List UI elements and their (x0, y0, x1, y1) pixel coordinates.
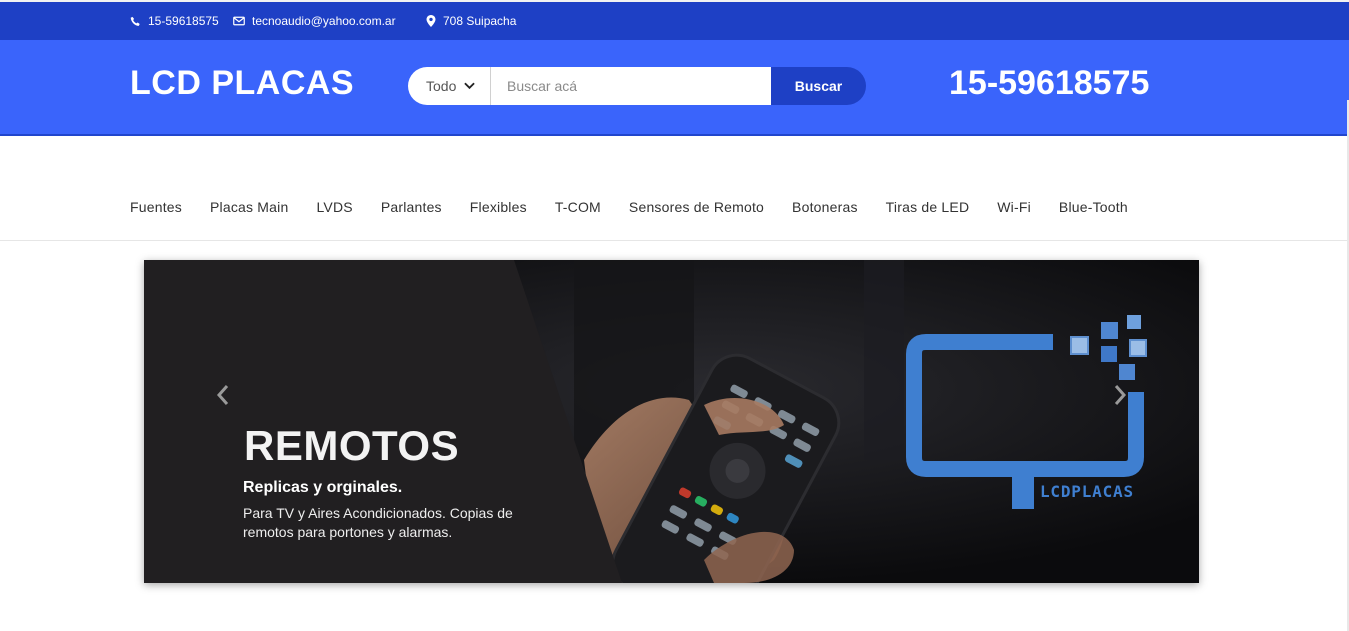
nav-item-wi-fi[interactable]: Wi-Fi (997, 199, 1031, 215)
location-icon (426, 15, 436, 27)
topbar-phone[interactable]: 15-59618575 (130, 14, 219, 28)
topbar-email-text: tecnoaudio@yahoo.com.ar (252, 14, 396, 28)
chevron-down-icon (464, 82, 476, 90)
category-select-value: Todo (426, 78, 457, 94)
slide-description: Para TV y Aires Acondicionados. Copias d… (243, 505, 513, 540)
mail-icon (233, 16, 245, 26)
main-nav: Fuentes Placas Main LVDS Parlantes Flexi… (0, 136, 1349, 241)
site-logo[interactable]: LCD PLACAS (130, 64, 354, 103)
search-button[interactable]: Buscar (771, 67, 866, 105)
search-input[interactable] (491, 67, 771, 105)
brand-text: LCDPLACAS (1040, 482, 1134, 501)
chevron-left-icon (216, 385, 229, 405)
topbar-phone-text: 15-59618575 (148, 14, 219, 28)
top-contact-bar: 15-59618575 tecnoaudio@yahoo.com.ar 708 … (0, 0, 1349, 40)
nav-item-tiras-de-led[interactable]: Tiras de LED (886, 199, 970, 215)
phone-icon (130, 16, 140, 26)
nav-item-lvds[interactable]: LVDS (316, 199, 352, 215)
slide-subtitle: Replicas y orginales. (243, 479, 403, 496)
header-phone[interactable]: 15-59618575 (949, 64, 1149, 103)
slide-title: REMOTOS (244, 422, 460, 469)
hero-slider: REMOTOS Replicas y orginales. Para TV y … (144, 260, 1199, 583)
nav-item-blue-tooth[interactable]: Blue-Tooth (1059, 199, 1128, 215)
topbar-address[interactable]: 708 Suipacha (426, 14, 516, 28)
nav-item-botoneras[interactable]: Botoneras (792, 199, 858, 215)
nav-item-flexibles[interactable]: Flexibles (470, 199, 527, 215)
nav-list: Fuentes Placas Main LVDS Parlantes Flexi… (130, 199, 1128, 215)
nav-item-parlantes[interactable]: Parlantes (381, 199, 442, 215)
slider-prev-button[interactable] (210, 382, 236, 408)
site-header: LCD PLACAS Todo Buscar 15-59618575 (0, 40, 1349, 136)
topbar-address-text: 708 Suipacha (443, 14, 517, 28)
search-bar: Todo Buscar (408, 67, 866, 105)
category-select[interactable]: Todo (408, 67, 491, 105)
nav-item-t-com[interactable]: T-COM (555, 199, 601, 215)
nav-item-placas-main[interactable]: Placas Main (210, 199, 288, 215)
nav-item-fuentes[interactable]: Fuentes (130, 199, 182, 215)
topbar-email[interactable]: tecnoaudio@yahoo.com.ar (233, 14, 396, 28)
nav-item-sensores-de-remoto[interactable]: Sensores de Remoto (629, 199, 764, 215)
